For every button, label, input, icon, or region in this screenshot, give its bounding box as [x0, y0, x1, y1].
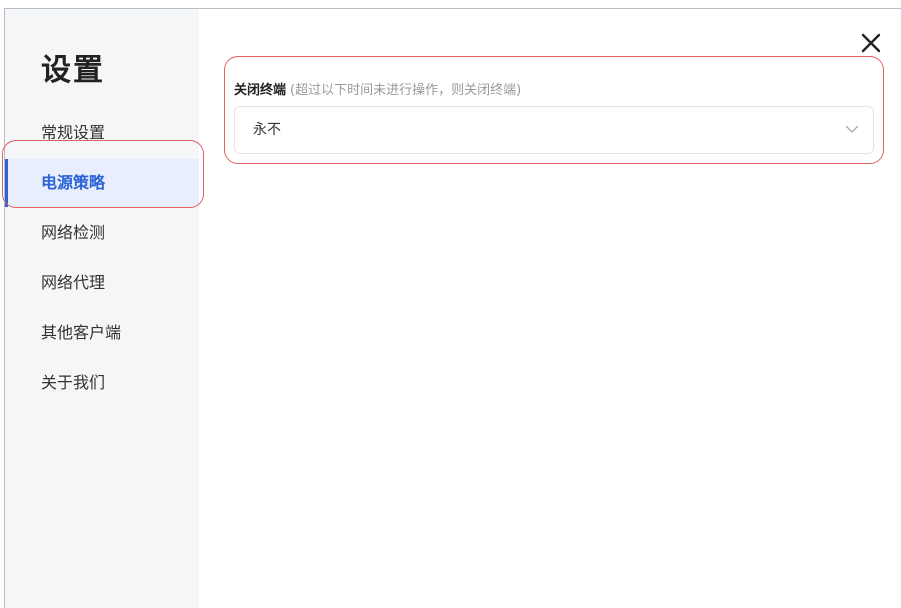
sidebar-item-power-policy[interactable]: 电源策略: [5, 159, 199, 207]
sidebar-nav: 常规设置 电源策略 网络检测 网络代理 其他客户端 关于我们: [5, 109, 199, 409]
shutdown-time-select[interactable]: 永不: [234, 106, 874, 154]
sidebar-item-general[interactable]: 常规设置: [5, 109, 199, 157]
field-label-hint: (超过以下时间未进行操作，则关闭终端): [290, 83, 522, 98]
chevron-down-icon: [845, 125, 859, 133]
select-value: 永不: [253, 122, 281, 138]
sidebar-item-network-check[interactable]: 网络检测: [5, 209, 199, 257]
field-label-main: 关闭终端: [234, 83, 287, 98]
sidebar-item-network-proxy[interactable]: 网络代理: [5, 259, 199, 307]
settings-window: 设置 常规设置 电源策略 网络检测 网络代理 其他客户端 关于我们: [4, 8, 901, 608]
settings-sidebar: 设置 常规设置 电源策略 网络检测 网络代理 其他客户端 关于我们: [5, 9, 199, 608]
close-icon[interactable]: [860, 32, 882, 54]
sidebar-item-other-clients[interactable]: 其他客户端: [5, 309, 199, 357]
sidebar-item-about-us[interactable]: 关于我们: [5, 359, 199, 407]
page-title: 设置: [41, 53, 105, 88]
shutdown-field-label: 关闭终端 (超过以下时间未进行操作，则关闭终端): [234, 79, 521, 98]
